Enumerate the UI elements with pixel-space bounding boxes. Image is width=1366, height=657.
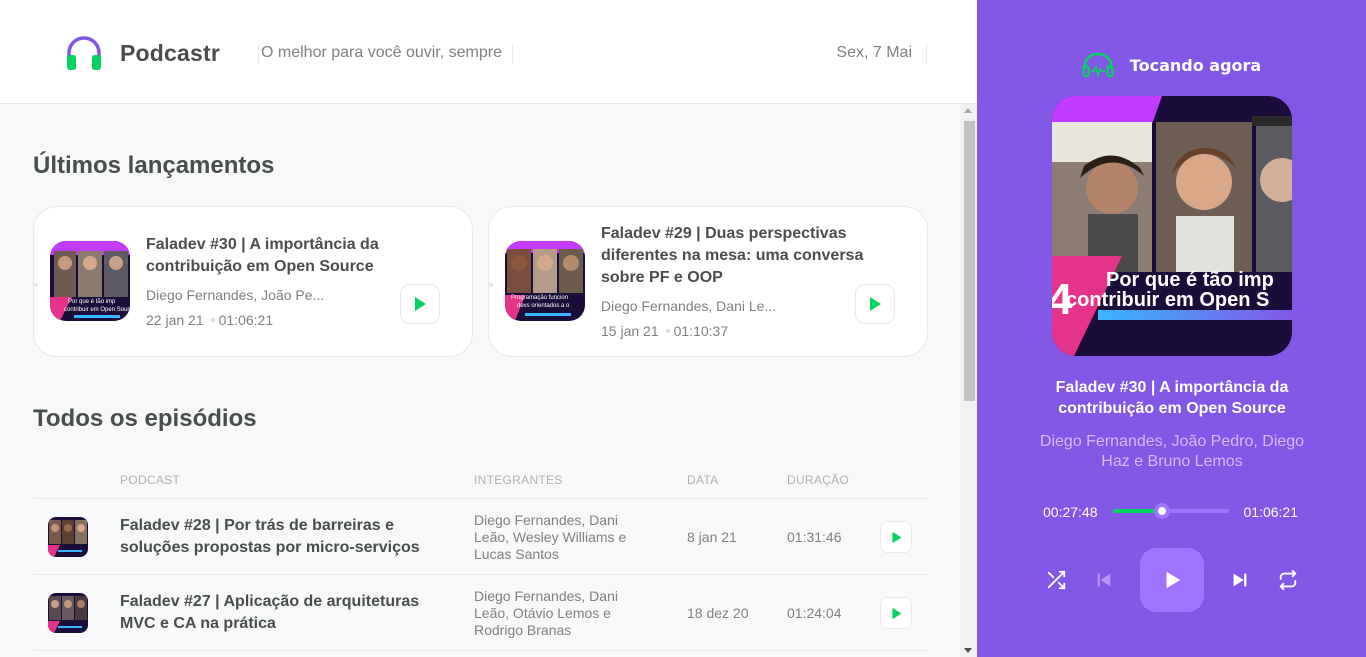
progress-handle[interactable] <box>1154 504 1169 518</box>
next-icon <box>1233 573 1247 587</box>
vertical-scrollbar[interactable] <box>960 104 977 657</box>
play-episode-button[interactable] <box>400 284 440 324</box>
episode-members: Diego Fernandes, Dani Leão, Wesley Willi… <box>474 512 627 562</box>
shuffle-icon <box>1047 570 1066 590</box>
episode-title-link[interactable]: Faladev #29 | Duas perspectivas diferent… <box>601 223 871 289</box>
scroll-up-arrow-icon[interactable] <box>964 108 972 113</box>
player-panel: Tocando agora Por que é tão imp contribu… <box>977 0 1366 657</box>
progress-slider[interactable] <box>1113 504 1229 518</box>
svg-text:devs orientados a o: devs orientados a o <box>517 303 570 309</box>
total-time: 01:06:21 <box>1243 504 1299 520</box>
svg-text:Programação funcion: Programação funcion <box>511 295 568 301</box>
episode-title-link[interactable]: Faladev #30 | A importância da contribui… <box>146 234 416 278</box>
latest-episode-card: Por que é tão imp contribuir em Open Sou… <box>33 206 473 357</box>
episode-duration: 01:06:21 <box>218 312 274 328</box>
scroll-down-arrow-icon[interactable] <box>964 648 972 653</box>
latest-episode-card: Programação funcion devs orientados a o … <box>488 206 928 357</box>
table-row: Faladev #28 | Por trás de barreiras e so… <box>33 499 928 575</box>
episode-thumbnail[interactable]: Programação funcion devs orientados a o <box>505 241 585 321</box>
episode-date: 18 dez 20 <box>687 605 749 621</box>
episode-meta: 22 jan 21 01:06:21 <box>146 312 273 328</box>
episode-duration: 01:24:04 <box>787 605 842 621</box>
episode-title-link[interactable]: Faladev #27 | Aplicação de arquiteturas … <box>120 591 440 635</box>
svg-text:4: 4 <box>1052 275 1073 324</box>
episode-thumbnail[interactable]: Por que é tão imp contribuir em Open Sou… <box>50 241 130 321</box>
episode-thumbnail[interactable] <box>48 517 88 557</box>
play-icon <box>1166 571 1181 589</box>
column-header-podcast: PODCAST <box>120 473 181 487</box>
player-episode-title: Faladev #30 | A importância da contribui… <box>1055 379 1289 417</box>
headphone-icon <box>1082 52 1114 78</box>
play-icon <box>891 531 901 543</box>
play-episode-button[interactable] <box>880 521 912 553</box>
episode-thumbnail[interactable] <box>48 593 88 633</box>
latest-section-title: Últimos lançamentos <box>33 152 275 179</box>
current-time: 00:27:48 <box>1043 504 1098 520</box>
app-header: Podcastr O melhor para você ouvir, sempr… <box>0 0 977 104</box>
all-episodes-title: Todos os episódios <box>33 405 257 432</box>
episode-title-link[interactable]: Faladev #28 | Por trás de barreiras e so… <box>120 515 440 559</box>
column-header-date: DATA <box>687 473 719 487</box>
episode-members: Diego Fernandes, Dani Le... <box>601 298 777 314</box>
play-icon <box>891 607 901 619</box>
svg-text:contribuir em Open Sour: contribuir em Open Sour <box>64 307 129 313</box>
episode-members: Diego Fernandes, Dani Leão, Otávio Lemos… <box>474 588 618 638</box>
now-playing-header: Tocando agora <box>977 52 1366 78</box>
play-icon <box>870 297 881 311</box>
episode-scroll-area: Últimos lançamentos Por que é tão imp co… <box>0 104 977 657</box>
current-date: Sex, 7 Mai <box>836 44 927 64</box>
episode-cover: Por que é tão imp contribuir em Open S 4 <box>1052 96 1292 356</box>
now-playing-label: Tocando agora <box>1129 55 1262 75</box>
scrollbar-thumb[interactable] <box>964 121 975 401</box>
repeat-button[interactable] <box>1274 566 1302 594</box>
play-icon <box>415 297 426 311</box>
shuffle-button[interactable] <box>1042 566 1070 594</box>
cover-text-line-1: Por que é tão imp <box>1106 269 1274 291</box>
previous-icon <box>1097 573 1111 587</box>
play-episode-button[interactable] <box>880 597 912 629</box>
cover-text-line-2: contribuir em Open S <box>1066 289 1269 311</box>
episode-date: 22 jan 21 <box>146 312 204 328</box>
headphone-logo-icon <box>67 36 101 70</box>
play-button[interactable] <box>1140 548 1204 612</box>
column-header-duration: DURAÇÃO <box>787 473 850 487</box>
tagline: O melhor para você ouvir, sempre <box>258 44 513 64</box>
episode-meta: 15 jan 21 01:10:37 <box>601 323 728 339</box>
column-header-members: INTEGRANTES <box>474 473 563 487</box>
episode-date: 8 jan 21 <box>687 529 737 545</box>
player-episode-members: Diego Fernandes, João Pedro, Diego Haz e… <box>1039 433 1305 470</box>
next-button[interactable] <box>1226 566 1254 594</box>
svg-text:Por que é tão imp: Por que é tão imp <box>68 299 116 305</box>
repeat-icon <box>1279 569 1297 591</box>
logo-text: Podcastr <box>120 40 221 66</box>
table-row: Faladev #27 | Aplicação de arquiteturas … <box>33 575 928 651</box>
episode-duration: 01:31:46 <box>787 529 842 545</box>
episode-members: Diego Fernandes, João Pe... <box>146 287 325 303</box>
previous-button[interactable] <box>1090 566 1118 594</box>
episode-date: 15 jan 21 <box>601 323 659 339</box>
main-content: Podcastr O melhor para você ouvir, sempr… <box>0 0 977 657</box>
play-episode-button[interactable] <box>855 284 895 324</box>
episode-duration: 01:10:37 <box>673 323 729 339</box>
